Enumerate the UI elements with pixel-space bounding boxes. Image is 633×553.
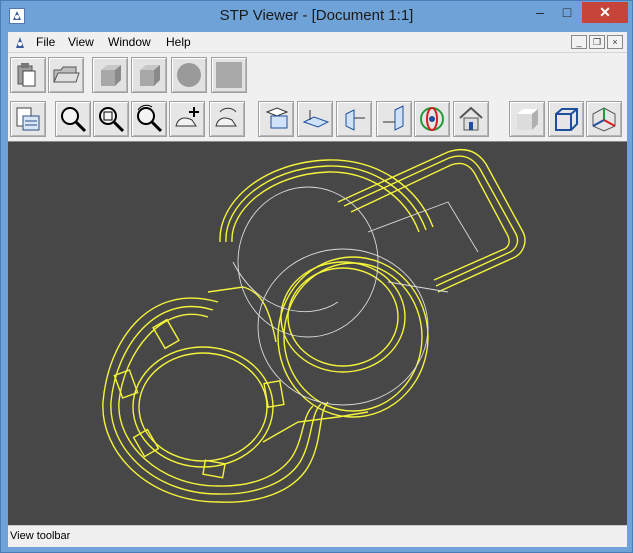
status-bar: View toolbar — [8, 525, 627, 547]
axes-icon — [592, 107, 616, 132]
wireframe-button[interactable] — [548, 101, 584, 137]
shaded-button[interactable] — [509, 101, 545, 137]
sphere-button[interactable] — [171, 57, 207, 93]
home-view-button[interactable] — [453, 101, 489, 137]
rotate-hand-icon — [215, 107, 237, 127]
view-front-icon — [265, 107, 289, 129]
3d-viewport[interactable] — [8, 141, 627, 525]
view-left-icon — [345, 109, 365, 131]
zoom-rotate-icon — [137, 104, 163, 133]
app-window: STP Viewer - [Document 1:1] – □ ✕ File V… — [0, 0, 633, 553]
maximize-button[interactable]: □ — [554, 2, 580, 23]
home-view-icon — [459, 106, 483, 131]
view-right-button[interactable] — [376, 101, 412, 137]
open-button[interactable] — [48, 57, 84, 93]
sphere-icon — [177, 63, 201, 87]
view-top-icon — [302, 110, 330, 128]
blank-icon — [216, 62, 242, 88]
menu-file[interactable]: File — [32, 35, 59, 49]
solid-view-button-2[interactable] — [131, 57, 167, 93]
axo-view-icon — [420, 107, 444, 131]
document-properties-icon — [16, 107, 40, 131]
status-text: View toolbar — [10, 530, 71, 542]
mdi-close-button[interactable]: × — [607, 35, 623, 49]
shaded-icon — [517, 109, 538, 130]
axes-button[interactable] — [586, 101, 622, 137]
menu-window[interactable]: Window — [104, 35, 155, 49]
view-left-button[interactable] — [336, 101, 372, 137]
clipboard-button[interactable] — [10, 57, 46, 93]
zoom-button[interactable] — [55, 101, 91, 137]
mdi-restore-button[interactable]: ❐ — [589, 35, 605, 49]
zoom-window-icon — [99, 107, 125, 133]
solid-box-icon — [140, 65, 160, 86]
mdi-minimize-button[interactable]: _ — [571, 35, 587, 49]
rotate-hand-button[interactable] — [209, 101, 245, 137]
zoom-icon — [61, 107, 87, 133]
menu-view[interactable]: View — [64, 35, 98, 49]
title-bar[interactable]: STP Viewer - [Document 1:1] – □ ✕ — [1, 1, 632, 32]
zoom-rotate-button[interactable] — [131, 101, 167, 137]
document-properties-button[interactable] — [10, 101, 46, 137]
solid-view-button[interactable] — [92, 57, 128, 93]
view-right-icon — [383, 105, 404, 131]
open-folder-icon — [53, 66, 80, 83]
wireframe-icon — [555, 108, 578, 131]
clipboard-icon — [17, 63, 36, 87]
axo-view-button[interactable] — [414, 101, 450, 137]
toolbar-area — [8, 53, 627, 141]
solid-box-icon — [101, 65, 121, 86]
minimize-button[interactable]: – — [527, 2, 553, 23]
menu-help[interactable]: Help — [162, 35, 195, 49]
blank-button[interactable] — [211, 57, 247, 93]
wireframe-model — [102, 148, 526, 503]
view-top-button[interactable] — [297, 101, 333, 137]
view-front-button[interactable] — [258, 101, 294, 137]
zoom-window-button[interactable] — [93, 101, 129, 137]
pan-button[interactable] — [169, 101, 205, 137]
menu-bar: File View Window Help _ ❐ × — [8, 32, 627, 53]
close-button[interactable]: ✕ — [582, 2, 628, 23]
pan-icon — [175, 107, 199, 127]
document-icon[interactable] — [12, 35, 28, 50]
